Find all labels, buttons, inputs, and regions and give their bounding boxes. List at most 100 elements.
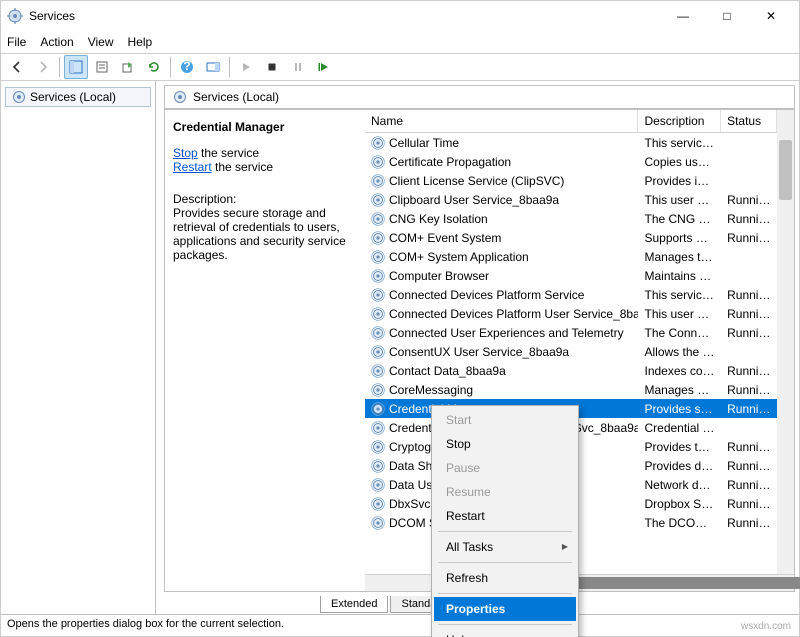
status-bar: Opens the properties dialog box for the … — [1, 614, 799, 636]
ctx-refresh[interactable]: Refresh — [434, 566, 576, 590]
properties-button[interactable] — [90, 55, 114, 79]
gear-icon — [371, 478, 385, 492]
export-button[interactable] — [116, 55, 140, 79]
maximize-button[interactable]: □ — [705, 2, 749, 30]
gear-icon — [371, 326, 385, 340]
gear-icon — [371, 402, 385, 416]
gear-icon — [173, 90, 187, 104]
service-name-cell: CNG Key Isolation — [365, 212, 638, 226]
service-desc-cell: Allows the s... — [638, 345, 721, 359]
column-description[interactable]: Description — [638, 110, 721, 132]
service-info-panel: Credential Manager Stop the service Rest… — [165, 110, 365, 591]
service-name-cell: CoreMessaging — [365, 383, 638, 397]
pause-service-button[interactable] — [286, 55, 310, 79]
close-button[interactable]: ✕ — [749, 2, 793, 30]
service-row[interactable]: CNG Key IsolationThe CNG ke...Running — [365, 209, 777, 228]
title-bar: Services — □ ✕ — [1, 1, 799, 31]
show-hide-action-button[interactable] — [201, 55, 225, 79]
service-desc-cell: The CNG ke... — [638, 212, 721, 226]
menu-file[interactable]: File — [7, 35, 26, 49]
show-hide-tree-button[interactable] — [64, 55, 88, 79]
service-status-cell: Running — [721, 497, 777, 511]
tree-node-services-local[interactable]: Services (Local) — [5, 87, 151, 107]
service-row[interactable]: ConsentUX User Service_8baa9aAllows the … — [365, 342, 777, 361]
service-row[interactable]: Connected Devices Platform User Service_… — [365, 304, 777, 323]
list-header: Name Description Status — [365, 110, 794, 133]
ctx-stop[interactable]: Stop — [434, 432, 576, 456]
ctx-properties[interactable]: Properties — [434, 597, 576, 621]
service-row[interactable]: CoreMessagingManages co...Running — [365, 380, 777, 399]
service-desc-cell: Provides sec... — [638, 402, 721, 416]
horizontal-scrollbar[interactable] — [365, 574, 794, 591]
service-row[interactable]: Contact Data_8baa9aIndexes cont...Runnin… — [365, 361, 777, 380]
back-button[interactable] — [5, 55, 29, 79]
service-status-cell: Running — [721, 402, 777, 416]
service-desc-cell: Manages th... — [638, 250, 721, 264]
service-row[interactable]: Certificate PropagationCopies user ... — [365, 152, 777, 171]
help-button[interactable]: ? — [175, 55, 199, 79]
gear-icon — [371, 440, 385, 454]
gear-icon — [371, 193, 385, 207]
gear-icon — [371, 250, 385, 264]
service-desc-cell: This user ser... — [638, 193, 721, 207]
gear-icon — [12, 90, 26, 104]
gear-icon — [371, 345, 385, 359]
service-name-cell: Cellular Time — [365, 136, 638, 150]
pane-header: Services (Local) — [164, 85, 795, 109]
start-service-button[interactable] — [234, 55, 258, 79]
ctx-help[interactable]: Help — [434, 628, 576, 637]
service-desc-cell: The Connect... — [638, 326, 721, 340]
column-name[interactable]: Name — [365, 110, 638, 132]
service-name-cell: COM+ System Application — [365, 250, 638, 264]
ctx-resume[interactable]: Resume — [434, 480, 576, 504]
menu-view[interactable]: View — [88, 35, 114, 49]
service-status-cell: Running — [721, 516, 777, 530]
gear-icon — [371, 174, 385, 188]
restart-service-button[interactable] — [312, 55, 336, 79]
scroll-thumb[interactable] — [779, 140, 792, 200]
column-status[interactable]: Status — [721, 110, 777, 132]
service-row[interactable]: Connected Devices Platform ServiceThis s… — [365, 285, 777, 304]
service-status-cell: Running — [721, 459, 777, 473]
stop-service-button[interactable] — [260, 55, 284, 79]
ctx-start[interactable]: Start — [434, 408, 576, 432]
vertical-scrollbar[interactable] — [777, 110, 794, 591]
menu-action[interactable]: Action — [40, 35, 73, 49]
service-row[interactable]: COM+ Event SystemSupports Sy...Running — [365, 228, 777, 247]
service-desc-cell: Indexes cont... — [638, 364, 721, 378]
service-desc-cell: Manages co... — [638, 383, 721, 397]
service-row[interactable]: Computer BrowserMaintains a... — [365, 266, 777, 285]
ctx-pause[interactable]: Pause — [434, 456, 576, 480]
refresh-button[interactable] — [142, 55, 166, 79]
minimize-button[interactable]: — — [661, 2, 705, 30]
service-row[interactable]: COM+ System ApplicationManages th... — [365, 247, 777, 266]
service-desc-cell: Provides dat... — [638, 459, 721, 473]
gear-icon — [371, 155, 385, 169]
service-desc-cell: This user ser... — [638, 307, 721, 321]
service-row[interactable]: Client License Service (ClipSVC)Provides… — [365, 171, 777, 190]
forward-button[interactable] — [31, 55, 55, 79]
svg-text:?: ? — [183, 60, 190, 73]
service-row[interactable]: Connected User Experiences and Telemetry… — [365, 323, 777, 342]
ctx-restart[interactable]: Restart — [434, 504, 576, 528]
service-status-cell: Running — [721, 326, 777, 340]
service-status-cell: Running — [721, 364, 777, 378]
tab-extended[interactable]: Extended — [320, 596, 388, 613]
service-name-cell: Clipboard User Service_8baa9a — [365, 193, 638, 207]
service-desc-cell: Copies user ... — [638, 155, 721, 169]
menu-help[interactable]: Help — [128, 35, 153, 49]
service-desc-cell: Credential E... — [638, 421, 721, 435]
ctx-all-tasks[interactable]: All Tasks — [434, 535, 576, 559]
gear-icon — [371, 136, 385, 150]
service-row[interactable]: Cellular TimeThis service ... — [365, 133, 777, 152]
context-menu: Start Stop Pause Resume Restart All Task… — [431, 405, 579, 637]
restart-link[interactable]: Restart — [173, 160, 212, 174]
service-desc-cell: Provides thr... — [638, 440, 721, 454]
service-name-cell: Certificate Propagation — [365, 155, 638, 169]
service-row[interactable]: Clipboard User Service_8baa9aThis user s… — [365, 190, 777, 209]
gear-icon — [371, 231, 385, 245]
service-status-cell: Running — [721, 288, 777, 302]
services-list[interactable]: Cellular TimeThis service ...Certificate… — [365, 133, 794, 574]
gear-icon — [371, 212, 385, 226]
stop-link[interactable]: Stop — [173, 146, 198, 160]
